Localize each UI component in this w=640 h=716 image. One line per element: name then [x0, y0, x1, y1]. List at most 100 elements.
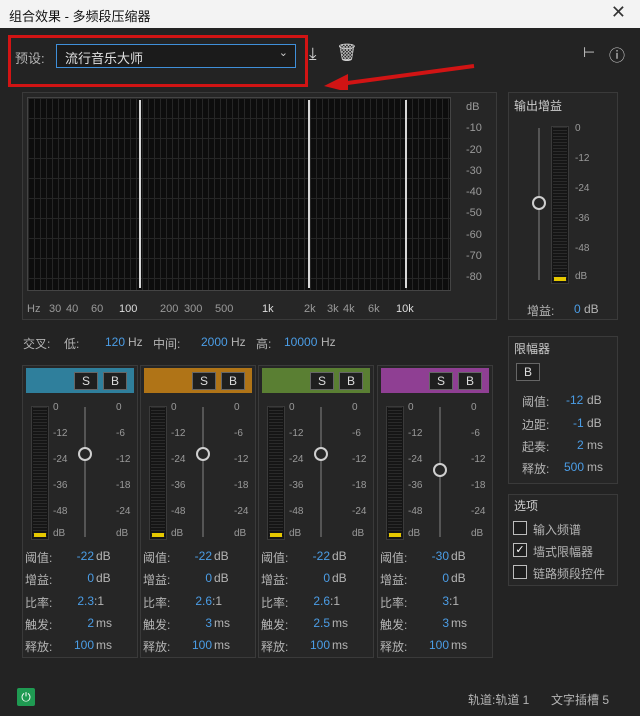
limiter-bypass-button[interactable]: B — [516, 363, 540, 381]
band-release-label: 释放: — [261, 640, 289, 655]
band-ratio-unit: :1 — [212, 593, 223, 608]
band-release-unit: ms — [214, 638, 230, 653]
solo-button[interactable]: S — [310, 372, 334, 390]
crossover-line-low[interactable] — [139, 100, 141, 288]
spectrum-graph[interactable] — [27, 97, 451, 291]
limiter-release-value[interactable]: 500 — [564, 460, 584, 474]
link-band-controls-label: 链路频段控件 — [533, 567, 606, 581]
preset-dropdown[interactable]: 流行音乐大师 ⌄ — [56, 44, 296, 68]
crossover-line-high[interactable] — [405, 100, 407, 288]
band-threshold-knob[interactable] — [314, 447, 328, 461]
band-ratio-value[interactable]: 2.6 — [195, 594, 212, 608]
bypass-button[interactable]: B — [458, 372, 482, 390]
band-level-meter — [386, 406, 404, 540]
band-release-unit: ms — [96, 638, 112, 653]
band-release-label: 释放: — [143, 640, 171, 655]
band-ratio-label: 比率: — [143, 595, 171, 610]
band-color-header[interactable]: SB — [381, 368, 489, 393]
band-threshold-slider[interactable] — [78, 407, 92, 537]
band-threshold-slider[interactable] — [196, 407, 210, 537]
insert-status: 文字插槽 5 — [551, 693, 610, 707]
band-ratio-value[interactable]: 2.6 — [313, 594, 330, 608]
band-release-label: 释放: — [380, 640, 408, 655]
save-preset-icon[interactable]: ⤓ — [309, 44, 317, 64]
output-gain-slider[interactable] — [532, 128, 546, 280]
band-release-value[interactable]: 100 — [310, 638, 330, 652]
band-release-value[interactable]: 100 — [74, 638, 94, 652]
crossover-low-value[interactable]: 120 — [105, 335, 125, 349]
band-color-header[interactable]: SB — [144, 368, 252, 393]
band-threshold-slider[interactable] — [314, 407, 328, 537]
bypass-button[interactable]: B — [221, 372, 245, 390]
unit-hz: Hz — [128, 335, 143, 349]
window-title: 组合效果 - 多频段压缩器 — [9, 9, 151, 24]
band-attack-value[interactable]: 3 — [442, 616, 449, 630]
band-ratio-value[interactable]: 3 — [442, 594, 449, 608]
solo-button[interactable]: S — [429, 372, 453, 390]
band-threshold-value[interactable]: -30 — [432, 549, 449, 563]
band-threshold-label: 阈值: — [143, 551, 171, 565]
band-gain-value[interactable]: 0 — [205, 571, 212, 585]
band-ratio-label: 比率: — [25, 595, 53, 610]
band-threshold-slider[interactable] — [433, 407, 447, 537]
band-gain-value[interactable]: 0 — [323, 571, 330, 585]
band-attack-label: 触发: — [261, 617, 289, 632]
band-threshold-knob[interactable] — [78, 447, 92, 461]
band-threshold-value[interactable]: -22 — [313, 549, 330, 563]
close-icon[interactable]: ✕ — [611, 2, 626, 23]
unit-ms: ms — [587, 438, 603, 452]
brickwall-limiter-label: 墙式限幅器 — [533, 545, 594, 559]
limiter-margin-value[interactable]: -1 — [573, 416, 584, 430]
band-threshold-knob[interactable] — [196, 447, 210, 461]
band-gain-label: 增益: — [261, 573, 289, 588]
output-level-meter — [551, 126, 569, 284]
limiter-attack-label: 起奏: — [522, 440, 550, 454]
crossover-mid-value[interactable]: 2000 — [201, 335, 228, 349]
crossover-line-mid[interactable] — [308, 100, 310, 288]
band-level-meter — [149, 406, 167, 540]
bypass-button[interactable]: B — [339, 372, 363, 390]
band-threshold-value[interactable]: -22 — [77, 549, 94, 563]
power-icon[interactable]: ⏻ — [17, 688, 35, 706]
band-threshold-knob[interactable] — [433, 463, 447, 477]
band-threshold-label: 阈值: — [261, 551, 289, 565]
preset-label: 预设: — [15, 51, 45, 66]
band-gain-label: 增益: — [143, 573, 171, 588]
solo-button[interactable]: S — [192, 372, 216, 390]
band-2-panel: S B 0 -12 -24 -36 -48 dB 0 -6 -12 -18 -24 dB 阈值: -22 dB 增… — [140, 365, 258, 660]
unit-ms: ms — [587, 460, 603, 474]
input-spectrum-checkbox[interactable] — [513, 521, 527, 535]
frequency-scale: Hz 30 40 60 100 200 300 500 1k 2k 3k 4k … — [27, 303, 414, 315]
output-gain-knob[interactable] — [532, 196, 546, 210]
band-attack-value[interactable]: 2.5 — [313, 616, 330, 630]
band-color-header[interactable]: SB — [262, 368, 370, 393]
bypass-button[interactable]: B — [103, 372, 127, 390]
band-level-meter — [31, 406, 49, 540]
link-band-controls-checkbox[interactable] — [513, 565, 527, 579]
band-attack-value[interactable]: 2 — [87, 616, 94, 630]
input-spectrum-label: 输入频谱 — [533, 523, 582, 537]
crossover-high-value[interactable]: 10000 — [284, 335, 317, 349]
limiter-attack-value[interactable]: 2 — [577, 438, 584, 452]
output-gain-value[interactable]: 0 — [574, 302, 581, 316]
band-release-value[interactable]: 100 — [429, 638, 449, 652]
band-release-unit: ms — [332, 638, 348, 653]
limiter-threshold-value[interactable]: -12 — [566, 393, 583, 407]
band-threshold-value[interactable]: -22 — [195, 549, 212, 563]
band-gain-value[interactable]: 0 — [442, 571, 449, 585]
band-threshold-unit: dB — [451, 549, 466, 563]
band-ratio-label: 比率: — [261, 595, 289, 610]
band-attack-value[interactable]: 3 — [205, 616, 212, 630]
preset-value: 流行音乐大师 — [65, 51, 144, 66]
band-ratio-value[interactable]: 2.3 — [77, 594, 94, 608]
band-release-value[interactable]: 100 — [192, 638, 212, 652]
band-gain-value[interactable]: 0 — [87, 571, 94, 585]
brickwall-limiter-checkbox[interactable]: ✓ — [513, 543, 527, 557]
band-threshold-unit: dB — [332, 549, 347, 563]
info-icon[interactable]: ⓘ — [609, 42, 625, 66]
band-color-header[interactable]: SB — [26, 368, 134, 393]
band-gain-unit: dB — [451, 571, 466, 586]
routing-icon[interactable]: ⊢ — [583, 44, 595, 61]
options-title: 选项 — [514, 499, 539, 513]
solo-button[interactable]: S — [74, 372, 98, 390]
